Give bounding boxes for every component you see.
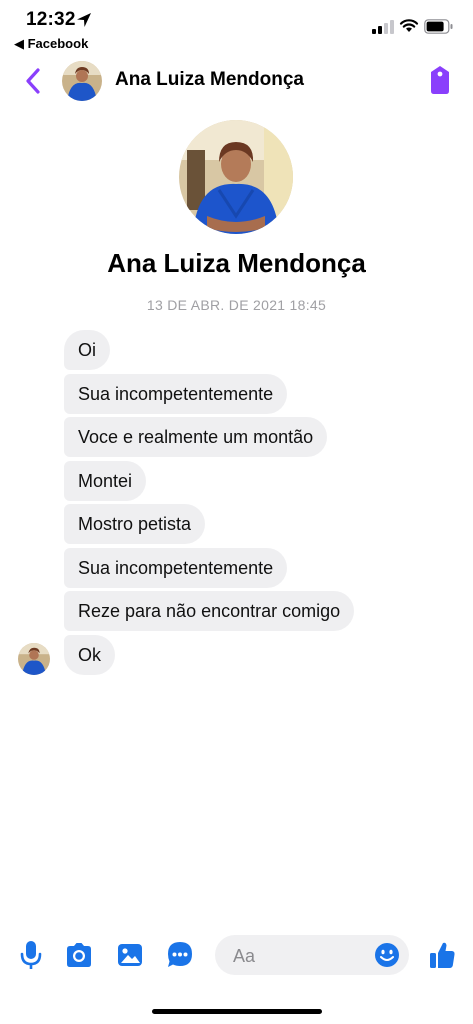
profile-name: Ana Luiza Mendonça bbox=[107, 248, 366, 278]
header-contact-name[interactable]: Ana Luiza Mendonça bbox=[115, 69, 304, 91]
message-bubble[interactable]: Sua incompetentemente bbox=[64, 547, 288, 588]
tag-icon[interactable] bbox=[427, 65, 453, 95]
message-input-pill bbox=[215, 935, 409, 977]
signal-icon bbox=[372, 20, 394, 34]
battery-icon bbox=[424, 19, 453, 34]
conversation-timestamp: 13 DE ABR. DE 2021 18:45 bbox=[146, 297, 327, 313]
chat-header: Ana Luiza Mendonça bbox=[0, 56, 473, 106]
message-list: Oi Sua incompetentemente Voce e realment… bbox=[64, 330, 464, 678]
message-bubble[interactable]: Voce e realmente um montão bbox=[64, 417, 328, 457]
message-composer bbox=[0, 932, 473, 980]
status-bar: 12:32 ◀ Facebook bbox=[0, 0, 473, 56]
message-bubble[interactable]: Sua incompetentemente bbox=[64, 373, 288, 414]
back-chevron-icon[interactable] bbox=[22, 67, 44, 95]
message-bubble[interactable]: Montei bbox=[64, 460, 147, 501]
emoji-icon[interactable] bbox=[374, 942, 400, 968]
location-arrow-icon bbox=[77, 13, 91, 27]
home-indicator[interactable] bbox=[152, 1009, 322, 1014]
status-time: 12:32 bbox=[26, 9, 76, 30]
message-input[interactable] bbox=[215, 935, 385, 977]
contact-avatar[interactable] bbox=[62, 61, 102, 101]
wifi-icon bbox=[399, 19, 419, 32]
sticker-icon[interactable] bbox=[165, 939, 195, 971]
camera-icon[interactable] bbox=[64, 939, 94, 971]
message-bubble[interactable]: Ok bbox=[64, 634, 116, 675]
message-bubble[interactable]: Oi bbox=[64, 330, 110, 370]
message-bubble[interactable]: Mostro petista bbox=[64, 504, 206, 544]
back-to-facebook-link[interactable]: ◀ Facebook bbox=[14, 36, 88, 52]
gallery-icon[interactable] bbox=[115, 939, 145, 971]
sender-avatar[interactable] bbox=[18, 643, 50, 675]
profile-avatar[interactable] bbox=[179, 120, 293, 234]
microphone-icon[interactable] bbox=[16, 939, 46, 971]
thumbs-up-icon[interactable] bbox=[427, 939, 457, 971]
message-bubble[interactable]: Reze para não encontrar comigo bbox=[64, 591, 355, 631]
